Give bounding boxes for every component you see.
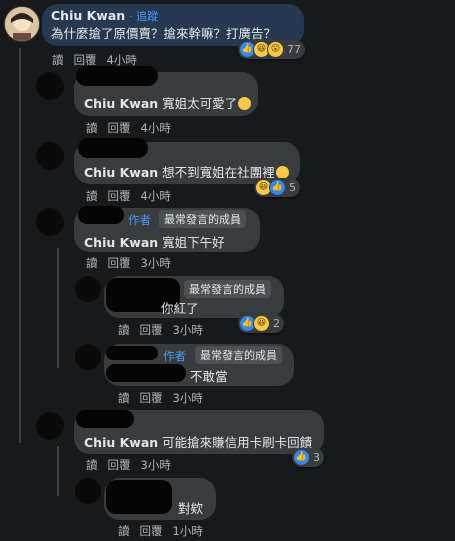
reply-button[interactable]: 回覆 [108, 255, 131, 271]
timestamp[interactable]: 4小時 [141, 188, 171, 204]
comment-text: 不敢當 [190, 369, 228, 384]
reaction-count: 5 [289, 181, 296, 194]
avatar[interactable] [75, 478, 101, 504]
comment-text-row: Chiu Kwan 可能搶來賺信用卡刷卡回饋 [84, 432, 312, 451]
comment-text: 寬姐下午好 [162, 235, 225, 250]
member-badge[interactable]: 最常發言的成員 [184, 280, 271, 298]
thread-line [57, 248, 59, 368]
like-button[interactable]: 讀 [86, 457, 98, 473]
like-icon: 👍 [293, 449, 310, 466]
reply-button[interactable]: 回覆 [140, 390, 163, 406]
mention[interactable]: Chiu Kwan [84, 96, 158, 111]
comment-actions: 讀 回覆 3小時 [118, 322, 203, 338]
comment-text-row: Chiu Kwan 想不到寬姐在社團裡 [84, 162, 289, 181]
mention[interactable]: Chiu Kwan [84, 435, 158, 450]
comment-text: 寬姐太可愛了 [162, 96, 238, 111]
redacted-name [106, 480, 172, 514]
comment-text-row: Chiu Kwan 寬姐下午好 [84, 232, 225, 251]
like-button[interactable]: 讀 [52, 52, 64, 68]
timestamp[interactable]: 1小時 [173, 523, 203, 539]
thread-line [19, 48, 21, 443]
comment-text: 可能搶來賺信用卡刷卡回饋 [162, 435, 313, 450]
timestamp[interactable]: 4小時 [141, 120, 171, 136]
like-button[interactable]: 讀 [118, 322, 130, 338]
reaction-summary[interactable]: 😆 👍 5 [254, 178, 300, 197]
member-badge[interactable]: 最常發言的成員 [159, 210, 246, 228]
timestamp[interactable]: 3小時 [141, 255, 171, 271]
reaction-summary[interactable]: 👍 😆 2 [238, 314, 284, 333]
comment-text: 對欸 [178, 501, 204, 516]
like-button[interactable]: 讀 [118, 390, 130, 406]
reaction-count: 2 [273, 317, 280, 330]
author-badge: 作者 [163, 349, 186, 363]
timestamp[interactable]: 3小時 [141, 457, 171, 473]
reaction-count: 77 [287, 43, 301, 56]
avatar[interactable] [36, 412, 64, 440]
reply-button[interactable]: 回覆 [140, 322, 163, 338]
timestamp[interactable]: 3小時 [173, 390, 203, 406]
like-icon: 👍 [269, 179, 286, 196]
avatar[interactable] [75, 344, 101, 370]
like-button[interactable]: 讀 [86, 120, 98, 136]
redacted-name [76, 410, 134, 428]
comment-text-row: Chiu Kwan 寬姐太可愛了 [84, 93, 252, 112]
reaction-summary[interactable]: 👍 3 [292, 448, 324, 467]
avatar[interactable] [75, 276, 101, 302]
redacted-name [106, 346, 158, 360]
haha-icon: 😆 [253, 315, 270, 332]
avatar[interactable] [36, 72, 64, 100]
timestamp[interactable]: 3小時 [173, 322, 203, 338]
comment-text: 你紅了 [161, 301, 199, 316]
avatar[interactable] [4, 6, 40, 42]
redacted-text [106, 364, 186, 382]
comment-actions: 讀 回覆 3小時 [86, 457, 171, 473]
reaction-summary[interactable]: 👍 😆 😮 77 [238, 40, 305, 59]
redacted-name [76, 66, 158, 86]
like-button[interactable]: 讀 [118, 523, 130, 539]
comment-actions: 讀 回覆 3小時 [86, 255, 171, 271]
comment-author[interactable]: Chiu Kwan [51, 8, 125, 23]
reaction-count: 3 [313, 451, 320, 464]
follow-link[interactable]: · 追蹤 [129, 10, 158, 23]
redacted-name [78, 138, 148, 158]
reply-button[interactable]: 回覆 [108, 188, 131, 204]
author-badge: 作者 [128, 213, 151, 227]
mention[interactable]: Chiu Kwan [84, 165, 158, 180]
mention[interactable]: Chiu Kwan [84, 235, 158, 250]
comment-actions: 讀 回覆 3小時 [118, 390, 203, 406]
reply-button[interactable]: 回覆 [108, 457, 131, 473]
comment-text: 想不到寬姐在社團裡 [162, 165, 275, 180]
comment-actions: 讀 回覆 4小時 [86, 188, 171, 204]
reply-button[interactable]: 回覆 [140, 523, 163, 539]
avatar[interactable] [36, 142, 64, 170]
redacted-name [78, 206, 124, 224]
reply-button[interactable]: 回覆 [108, 120, 131, 136]
like-button[interactable]: 讀 [86, 255, 98, 271]
laughing-emoji-icon [238, 97, 252, 110]
wow-icon: 😮 [267, 41, 284, 58]
thread-line [57, 446, 59, 496]
comment-actions: 讀 回覆 4小時 [86, 120, 171, 136]
like-button[interactable]: 讀 [86, 188, 98, 204]
avatar[interactable] [36, 208, 64, 236]
comment-actions: 讀 回覆 1小時 [118, 523, 203, 539]
member-badge[interactable]: 最常發言的成員 [195, 346, 282, 364]
